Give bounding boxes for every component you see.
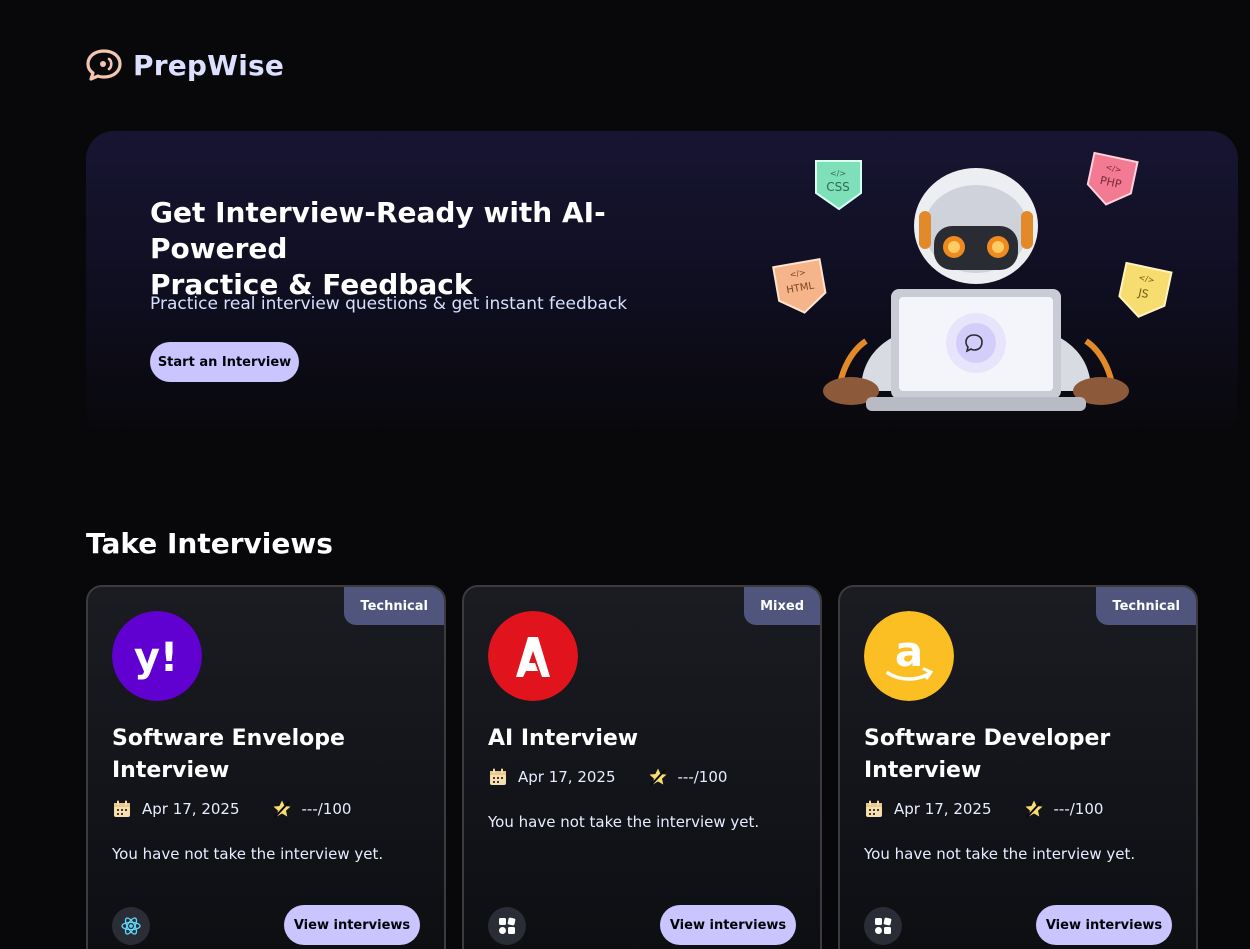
tech-stack-icon [864,907,902,945]
section-title: Take Interviews [86,527,333,560]
svg-text:y!: y! [134,635,178,681]
svg-text:a: a [895,627,923,676]
card-description: You have not take the interview yet. [112,845,384,863]
page: PrepWise Get Interview-Ready with AI-Pow… [0,0,1250,949]
card-score: ---/100 [301,800,352,818]
card-title: AI Interview [488,726,639,751]
view-interviews-button[interactable]: View interviews [284,905,420,945]
tech-stack-icon [488,907,526,945]
card-description: You have not take the interview yet. [488,813,760,831]
type-badge: Technical [1096,587,1196,625]
card-title: Software Envelope Interview [112,726,345,783]
card-title: Software Developer Interview [864,726,1111,783]
js-tag-icon: </> JS [1118,261,1173,318]
type-badge: Mixed [744,587,820,625]
php-tag-icon: </> PHP [1086,151,1139,206]
view-interviews-button[interactable]: View interviews [660,905,796,945]
view-interviews-button[interactable]: View interviews [1036,905,1172,945]
interview-card: Technical a Software Developer Interview… [838,585,1198,949]
html-tag-icon: </> HTML [772,257,827,314]
card-meta: Apr 17, 2025 ---/100 [112,799,351,819]
brand-name: PrepWise [133,48,285,82]
chat-bubble-logo-icon [86,49,122,81]
calendar-icon [866,800,882,817]
card-meta: Apr 17, 2025 ---/100 [864,799,1103,819]
brand[interactable]: PrepWise [86,48,284,82]
card-meta: Apr 17, 2025 ---/100 [488,767,727,787]
interview-card: Mixed AI Interview Apr 17, 2025 ---/100 … [462,585,822,949]
adobe-logo-icon [488,611,578,701]
css-tag-icon: </> CSS [815,160,862,211]
calendar-icon [490,768,506,785]
card-date: Apr 17, 2025 [894,800,992,818]
calendar-icon [114,800,130,817]
hero-banner: Get Interview-Ready with AI-Powered Prac… [86,131,1238,442]
card-description: You have not take the interview yet. [864,845,1136,863]
interview-card: Technical y! Software Envelope Interview… [86,585,446,949]
card-score: ---/100 [1053,800,1104,818]
amazon-logo-icon: a [864,611,954,701]
card-date: Apr 17, 2025 [518,768,616,786]
star-icon [1025,800,1043,818]
card-date: Apr 17, 2025 [142,800,240,818]
star-icon [649,768,667,786]
card-score: ---/100 [677,768,728,786]
type-badge: Technical [344,587,444,625]
hero-subtitle: Practice real interview questions & get … [150,294,628,314]
star-icon [273,800,291,818]
robot-illustration: </> CSS </> PHP </> HTML </> JS [772,151,1173,411]
svg-text:CSS: CSS [826,180,850,194]
hero-title: Get Interview-Ready with AI-Powered Prac… [150,196,606,301]
start-interview-button[interactable]: Start an Interview [150,342,299,382]
react-icon [112,907,150,945]
svg-text:</>: </> [830,169,846,178]
yahoo-logo-icon: y! [112,611,202,701]
